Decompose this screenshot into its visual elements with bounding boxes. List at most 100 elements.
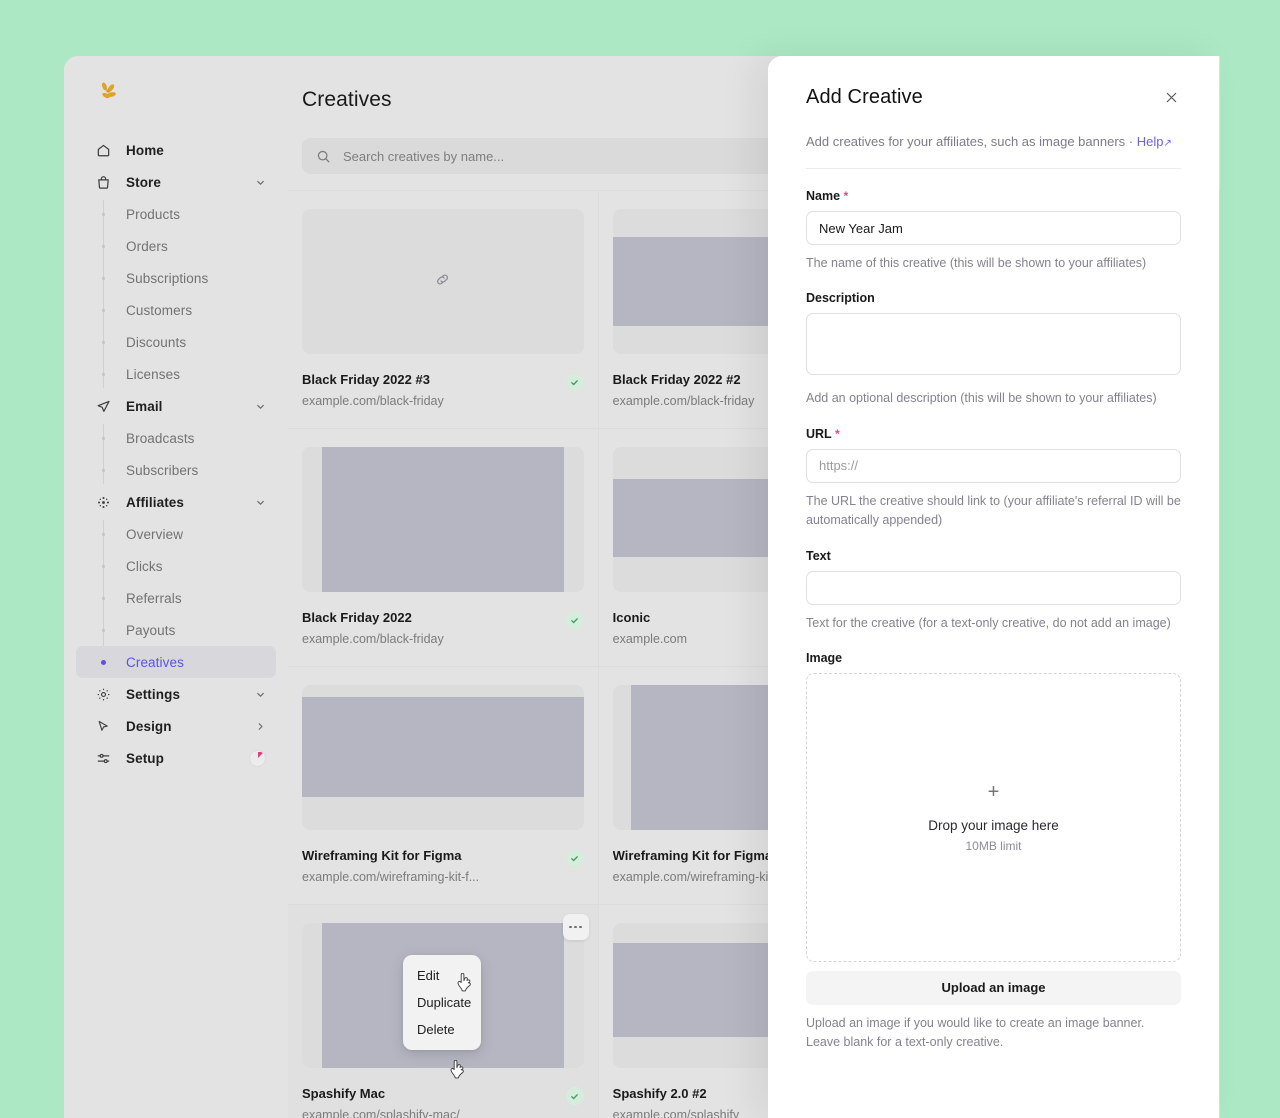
bullet-icon <box>95 206 112 223</box>
sidebar-item-label: Clicks <box>126 559 163 574</box>
sidebar-item-label: Customers <box>126 303 192 318</box>
sidebar-item-licenses[interactable]: Licenses <box>76 358 276 390</box>
sidebar-item-referrals[interactable]: Referrals <box>76 582 276 614</box>
bullet-icon <box>95 558 112 575</box>
sidebar-item-design[interactable]: Design <box>76 710 276 742</box>
sidebar-item-creatives[interactable]: Creatives <box>76 646 276 678</box>
chevron-down-icon[interactable] <box>255 177 266 188</box>
card-context-menu[interactable]: Edit Duplicate Delete <box>403 955 481 1050</box>
chevron-down-icon[interactable] <box>255 497 266 508</box>
label-text: Text <box>806 549 831 563</box>
cursor-icon <box>95 718 112 735</box>
bullet-icon <box>95 302 112 319</box>
sidebar-item-label: Referrals <box>126 591 182 606</box>
bullet-icon <box>95 366 112 383</box>
bullet-icon <box>95 654 112 671</box>
drawer-body: Name * The name of this creative (this w… <box>768 169 1219 1053</box>
sidebar-item-clicks[interactable]: Clicks <box>76 550 276 582</box>
field-url-help: The URL the creative should link to (you… <box>806 492 1181 531</box>
context-menu-item-edit[interactable]: Edit <box>403 962 481 989</box>
sidebar-item-broadcasts[interactable]: Broadcasts <box>76 422 276 454</box>
field-image-label: Image <box>806 651 1181 665</box>
help-link[interactable]: Help <box>1137 134 1164 149</box>
sidebar-item-settings[interactable]: Settings <box>76 678 276 710</box>
sidebar-item-subscriptions[interactable]: Subscriptions <box>76 262 276 294</box>
sidebar-item-label: Subscribers <box>126 463 198 478</box>
affiliates-sublist: Overview Clicks Referrals Payouts Creati… <box>76 518 276 678</box>
bullet-icon <box>95 526 112 543</box>
description-textarea[interactable] <box>806 313 1181 375</box>
bag-icon <box>95 174 112 191</box>
sidebar-item-label: Home <box>126 143 266 158</box>
drawer-subtitle: Add creatives for your affiliates, such … <box>806 134 1181 169</box>
bullet-icon <box>95 622 112 639</box>
sidebar-item-setup[interactable]: Setup <box>76 742 276 774</box>
bullet-icon <box>95 334 112 351</box>
sliders-icon <box>95 750 112 767</box>
dropzone-limit: 10MB limit <box>965 839 1021 853</box>
bullet-icon <box>95 590 112 607</box>
chevron-down-icon[interactable] <box>255 689 266 700</box>
sidebar-item-store[interactable]: Store <box>76 166 276 198</box>
sidebar-item-discounts[interactable]: Discounts <box>76 326 276 358</box>
chevron-down-icon[interactable] <box>255 401 266 412</box>
home-icon <box>95 142 112 159</box>
creative-card[interactable]: Wireframing Kit for Figma example.com/wi… <box>288 667 599 905</box>
sidebar-item-label: Email <box>126 399 255 414</box>
close-icon[interactable] <box>1162 88 1181 112</box>
sidebar-item-orders[interactable]: Orders <box>76 230 276 262</box>
sidebar-item-label: Discounts <box>126 335 186 350</box>
creative-card[interactable]: Black Friday 2022 example.com/black-frid… <box>288 429 599 667</box>
creative-card[interactable]: Black Friday 2022 #3 example.com/black-f… <box>288 191 599 429</box>
sidebar-item-label: Design <box>126 719 255 734</box>
sidebar-item-label: Overview <box>126 527 183 542</box>
setup-progress-badge <box>249 750 266 767</box>
sidebar: Home Store Products <box>64 56 288 1118</box>
leaf-logo[interactable] <box>76 56 276 128</box>
upload-image-button[interactable]: Upload an image <box>806 971 1181 1005</box>
search-placeholder: Search creatives by name... <box>343 149 504 164</box>
banner-placeholder <box>302 697 584 797</box>
drawer-header: Add Creative Add creatives for your affi… <box>768 56 1219 169</box>
sidebar-item-label: Payouts <box>126 623 175 638</box>
context-menu-item-delete[interactable]: Delete <box>403 1016 481 1043</box>
status-badge <box>566 373 584 391</box>
email-sublist: Broadcasts Subscribers <box>76 422 276 486</box>
context-menu-item-duplicate[interactable]: Duplicate <box>403 989 481 1016</box>
sidebar-item-payouts[interactable]: Payouts <box>76 614 276 646</box>
add-creative-drawer: Add Creative Add creatives for your affi… <box>768 56 1219 1118</box>
field-name: Name * The name of this creative (this w… <box>806 189 1181 273</box>
sidebar-item-overview[interactable]: Overview <box>76 518 276 550</box>
text-input[interactable] <box>806 571 1181 605</box>
label-text: Name <box>806 189 840 203</box>
card-options-button[interactable] <box>563 914 589 940</box>
sidebar-item-affiliates[interactable]: Affiliates <box>76 486 276 518</box>
sidebar-item-label: Store <box>126 175 255 190</box>
creative-name: Black Friday 2022 #3 <box>302 372 558 387</box>
sidebar-item-customers[interactable]: Customers <box>76 294 276 326</box>
sidebar-item-email[interactable]: Email <box>76 390 276 422</box>
external-link-icon: ↗ <box>1163 138 1171 149</box>
field-name-label: Name * <box>806 189 1181 203</box>
sidebar-item-products[interactable]: Products <box>76 198 276 230</box>
sidebar-item-label: Subscriptions <box>126 271 208 286</box>
sidebar-item-home[interactable]: Home <box>76 134 276 166</box>
field-description-label: Description <box>806 291 1181 305</box>
creative-url: example.com/black-friday <box>302 632 558 646</box>
name-input[interactable] <box>806 211 1181 245</box>
creative-card[interactable]: Edit Duplicate Delete <box>288 905 599 1118</box>
chevron-right-icon[interactable] <box>255 721 266 732</box>
field-description: Description Add an optional description … <box>806 291 1181 408</box>
sidebar-item-subscribers[interactable]: Subscribers <box>76 454 276 486</box>
store-sublist: Products Orders Subscriptions Customers … <box>76 198 276 390</box>
sidebar-item-label: Licenses <box>126 367 180 382</box>
sidebar-item-label: Setup <box>126 751 249 766</box>
drawer-subtitle-text: Add creatives for your affiliates, such … <box>806 134 1137 149</box>
label-text: Description <box>806 291 875 305</box>
image-dropzone[interactable]: + Drop your image here 10MB limit <box>806 673 1181 962</box>
plus-icon: + <box>988 782 1000 802</box>
creative-thumbnail <box>302 685 584 830</box>
status-badge <box>566 611 584 629</box>
sidebar-item-label: Orders <box>126 239 168 254</box>
url-input[interactable] <box>806 449 1181 483</box>
